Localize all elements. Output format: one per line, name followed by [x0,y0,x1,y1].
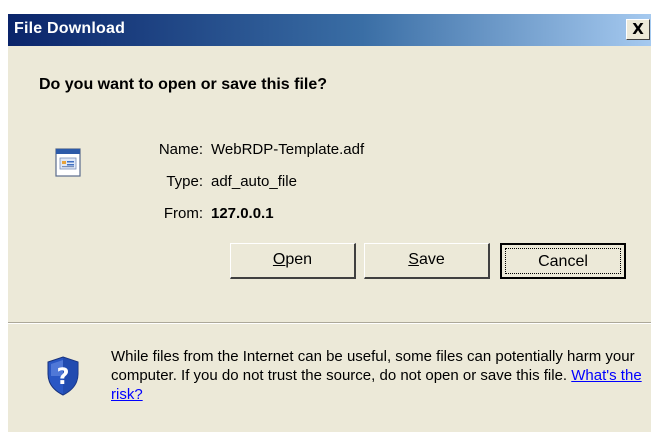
window-title: File Download [14,20,126,37]
cancel-button[interactable]: Cancel [500,243,626,279]
file-type: adf_auto_file [211,173,297,190]
file-source: 127.0.0.1 [211,205,274,222]
save-mnemonic: S [408,251,419,268]
security-warning: While files from the Internet can be use… [111,347,646,404]
save-label-rest: ave [418,251,445,268]
section-divider [8,322,651,324]
cancel-label: Cancel [505,248,621,274]
title-bar[interactable]: File Download X [8,14,651,46]
warning-text: While files from the Internet can be use… [111,348,635,384]
download-question: Do you want to open or save this file? [39,76,328,93]
open-mnemonic: O [272,251,286,268]
shield-question-icon: ? [47,356,79,396]
open-label-rest: pen [285,251,313,268]
from-label: From: [163,205,203,222]
save-button[interactable]: Save [364,243,490,279]
close-icon: X [632,20,644,38]
name-label: Name: [158,141,203,158]
close-button[interactable]: X [626,19,650,40]
open-button[interactable]: Open [230,243,356,279]
file-name: WebRDP-Template.adf [211,141,365,158]
type-label: Type: [166,173,203,190]
file-download-dialog: File Download X Do you want to open or s… [7,14,651,432]
svg-text:?: ? [57,365,70,390]
